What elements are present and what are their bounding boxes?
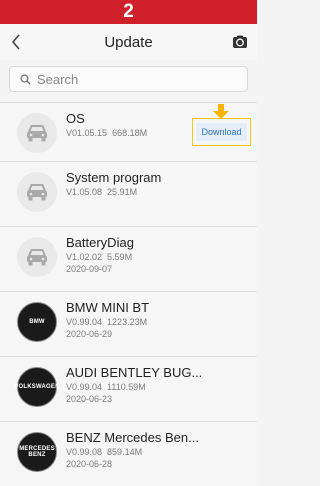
item-version: V1.05.08 xyxy=(66,187,103,197)
item-version: V01.05.15 xyxy=(66,128,108,138)
refresh-button[interactable] xyxy=(231,33,249,51)
car-icon xyxy=(27,184,47,201)
mercedes-logo: MERCEDES BENZ xyxy=(17,432,57,472)
item-version: V0.99.04 xyxy=(66,382,103,392)
brand-logo-text: VOLKSWAGEN xyxy=(14,384,60,390)
item-meta: BENZ Mercedes Ben... V0.99.08 859.14M 2020… xyxy=(66,430,199,470)
item-title: OS xyxy=(66,111,85,126)
app-icon xyxy=(17,113,57,153)
item-meta: BMW MINI BT V0.99.04 1223.23M 2020-06-29 xyxy=(66,300,149,340)
item-version: V1.02.02 xyxy=(66,252,103,262)
chevron-left-icon xyxy=(11,34,20,50)
item-date: 2020-06-23 xyxy=(66,394,113,404)
list-item[interactable]: System program V1.05.08 25.91M xyxy=(0,161,257,226)
search-bar xyxy=(0,60,257,98)
item-size: 5.59M xyxy=(107,252,133,262)
search-box[interactable] xyxy=(9,66,248,92)
brand-logo-text: BMW xyxy=(29,319,45,325)
search-icon xyxy=(20,73,31,84)
item-version-size: V0.99.04 1223.23M xyxy=(66,316,149,328)
item-meta: System program V1.05.08 25.91M xyxy=(66,170,161,198)
list-item[interactable]: MERCEDES BENZ BENZ Mercedes Ben... V0.99.0… xyxy=(0,421,257,486)
item-version-size: V0.99.08 859.14M xyxy=(66,446,199,458)
refresh-icon xyxy=(233,35,247,48)
bmw-logo: BMW xyxy=(17,302,57,342)
item-version-size: V0.99.04 1110.59M xyxy=(66,381,202,393)
item-title: BatteryDiag xyxy=(66,235,134,250)
item-date: 2020-06-28 xyxy=(66,459,113,469)
list-item[interactable]: BMW BMW MINI BT V0.99.04 1223.23M 2020-06-2… xyxy=(0,291,257,356)
item-version-size: V01.05.15 668.18M xyxy=(66,127,147,139)
list-item[interactable]: OS V01.05.15 668.18M Download xyxy=(0,102,257,161)
car-icon xyxy=(27,125,47,142)
item-version-size: V1.05.08 25.91M xyxy=(66,186,161,198)
item-meta: OS V01.05.15 668.18M xyxy=(66,111,147,139)
app-icon xyxy=(17,237,57,277)
download-button[interactable]: Download xyxy=(196,123,247,141)
item-version: V0.99.04 xyxy=(66,317,103,327)
item-meta: BatteryDiag V1.02.02 5.59M 2020-09-07 xyxy=(66,235,134,275)
volkswagen-logo: VOLKSWAGEN xyxy=(14,367,60,407)
brand-logo-text: MERCEDES BENZ xyxy=(19,446,55,458)
update-list: OS V01.05.15 668.18M Download System progra… xyxy=(0,102,257,486)
item-date: 2020-09-07 xyxy=(66,264,113,274)
page-title: Update xyxy=(104,33,153,51)
search-input[interactable] xyxy=(37,71,217,87)
item-title: AUDI BENTLEY BUG... xyxy=(66,365,203,380)
item-title: BMW MINI BT xyxy=(66,300,150,315)
item-meta: AUDI BENTLEY BUG... V0.99.04 1110.59M 2020… xyxy=(66,365,202,405)
item-date: 2020-06-29 xyxy=(66,329,113,339)
item-title: System program xyxy=(66,170,162,185)
item-size: 1110.59M xyxy=(107,382,146,392)
item-size: 1223.23M xyxy=(107,317,148,327)
back-button[interactable] xyxy=(4,29,28,55)
list-item[interactable]: VOLKSWAGEN AUDI BENTLEY BUG... V0.99.04 11… xyxy=(0,356,257,421)
download-highlight: Download xyxy=(192,118,251,146)
item-version: V0.99.08 xyxy=(66,447,103,457)
item-title: BENZ Mercedes Ben... xyxy=(66,430,199,445)
car-icon xyxy=(27,249,47,266)
item-version-size: V1.02.02 5.59M xyxy=(66,251,134,263)
list-item[interactable]: BatteryDiag V1.02.02 5.59M 2020-09-07 xyxy=(0,226,257,291)
app-icon xyxy=(17,172,57,212)
top-bar: Update xyxy=(0,24,257,60)
step-banner: 2 xyxy=(0,0,257,24)
item-size: 25.91M xyxy=(107,187,138,197)
item-size: 859.14M xyxy=(107,447,143,457)
item-size: 668.18M xyxy=(112,128,148,138)
